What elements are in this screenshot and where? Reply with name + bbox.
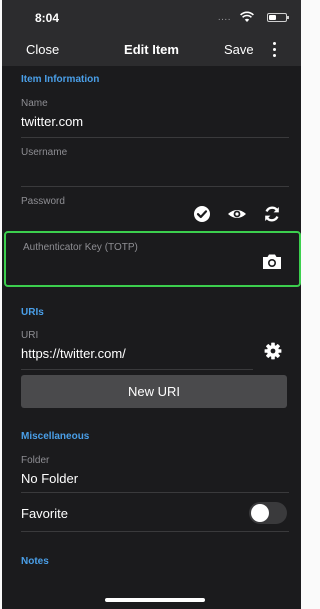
status-time: 8:04 — [35, 11, 60, 25]
edit-form: Item Information Name twitter.com Userna… — [2, 66, 301, 609]
name-field[interactable]: twitter.com — [21, 114, 83, 129]
folder-select[interactable]: No Folder — [21, 471, 78, 486]
totp-field[interactable] — [23, 258, 223, 274]
battery-icon — [267, 13, 289, 22]
section-header-notes: Notes — [21, 556, 49, 567]
nav-bar: Close Edit Item Save — [2, 34, 301, 66]
divider — [21, 492, 289, 493]
username-label: Username — [21, 147, 68, 158]
favorite-toggle[interactable] — [249, 502, 287, 524]
save-button[interactable]: Save — [224, 42, 254, 57]
signal-icon: .... — [217, 12, 231, 23]
uri-label: URI — [21, 330, 39, 341]
totp-field-highlight[interactable]: Authenticator Key (TOTP) — [4, 231, 301, 287]
folder-label: Folder — [21, 455, 50, 466]
totp-label: Authenticator Key (TOTP) — [23, 242, 138, 253]
name-label: Name — [21, 98, 48, 109]
divider — [21, 186, 289, 187]
home-indicator — [105, 598, 205, 602]
favorite-label: Favorite — [21, 506, 68, 521]
password-label: Password — [21, 196, 65, 207]
section-header-miscellaneous: Miscellaneous — [21, 431, 90, 442]
section-header-uris: URIs — [21, 307, 44, 318]
eye-icon[interactable] — [227, 205, 247, 223]
uri-field[interactable]: https://twitter.com/ — [21, 346, 126, 361]
page-title: Edit Item — [124, 42, 179, 57]
gear-icon[interactable] — [264, 342, 282, 360]
toggle-knob — [251, 504, 269, 522]
password-field[interactable] — [21, 212, 181, 228]
check-circle-icon[interactable] — [193, 205, 211, 223]
new-uri-button[interactable]: New URI — [21, 375, 287, 408]
divider — [21, 369, 253, 370]
divider — [21, 531, 289, 532]
refresh-icon[interactable] — [263, 205, 281, 223]
camera-icon[interactable] — [262, 253, 282, 270]
section-header-item-information: Item Information — [21, 74, 100, 85]
status-bar: 8:04 .... — [2, 0, 301, 34]
wifi-icon — [240, 11, 254, 22]
app-screen: 8:04 .... Close Edit Item Save Item Info… — [2, 0, 301, 609]
username-field[interactable] — [21, 163, 271, 179]
vertical-ellipsis-icon[interactable] — [273, 42, 277, 58]
divider — [21, 137, 289, 138]
